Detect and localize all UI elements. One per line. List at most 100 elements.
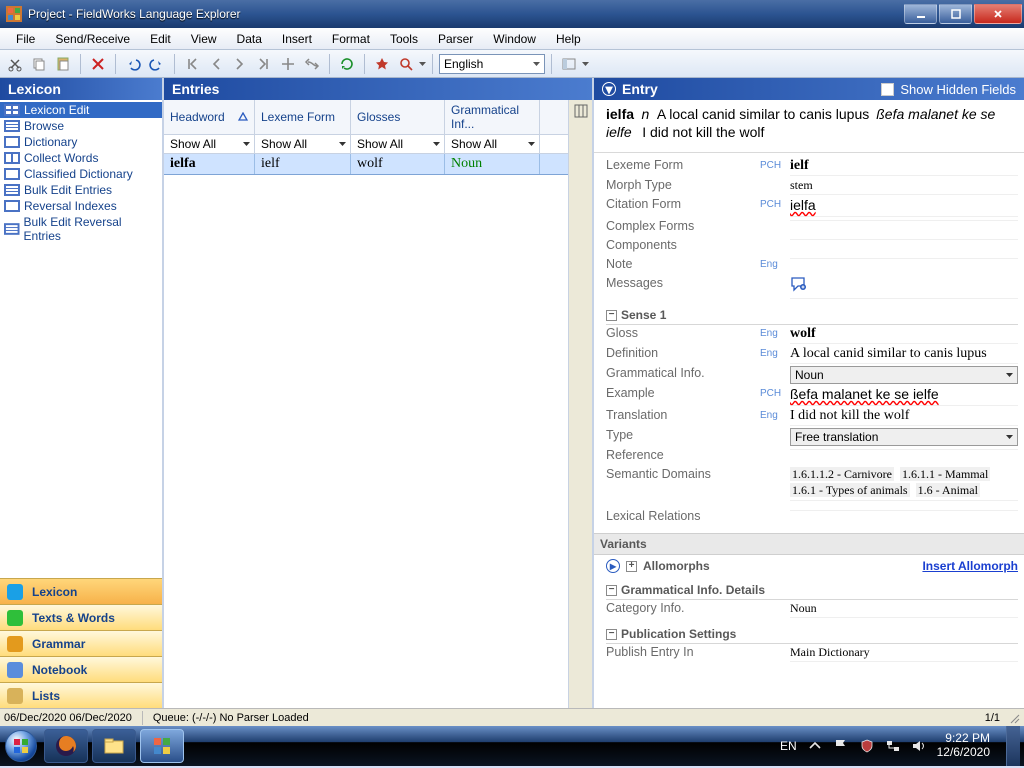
writing-system-selector[interactable]: English: [439, 54, 545, 74]
category-info-field[interactable]: Noun: [790, 601, 1018, 618]
first-button[interactable]: [181, 53, 203, 75]
show-panes-button[interactable]: [558, 53, 580, 75]
menu-help[interactable]: Help: [548, 30, 589, 48]
menu-insert[interactable]: Insert: [274, 30, 320, 48]
citation-form-field[interactable]: ielfa: [790, 197, 1018, 217]
nav-bulk-edit-entries[interactable]: Bulk Edit Entries: [0, 182, 162, 198]
sense-1-header[interactable]: −Sense 1: [606, 306, 1018, 325]
complex-forms-field[interactable]: [790, 219, 1018, 221]
insert-allomorph-link[interactable]: Insert Allomorph: [922, 559, 1018, 573]
tray-lang[interactable]: EN: [780, 739, 797, 753]
window-minimize-button[interactable]: [904, 4, 937, 24]
status-dates: 06/Dec/2020 06/Dec/2020: [4, 712, 132, 724]
translation-field[interactable]: I did not kill the wolf: [790, 408, 1018, 426]
area-notebook[interactable]: Notebook: [0, 656, 162, 682]
menu-send-receive[interactable]: Send/Receive: [47, 30, 138, 48]
nav-browse[interactable]: Browse: [0, 118, 162, 134]
filter-headword[interactable]: Show All: [164, 135, 255, 153]
allomorphs-header[interactable]: ▸+Allomorphs Insert Allomorph: [606, 557, 1018, 575]
menu-format[interactable]: Format: [324, 30, 378, 48]
area-grammar[interactable]: Grammar: [0, 630, 162, 656]
semantic-domains-field[interactable]: 1.6.1.1.2 - Carnivore1.6.1.1 - Mammal1.6…: [790, 467, 1018, 501]
variants-header[interactable]: Variants: [594, 533, 1024, 555]
example-field[interactable]: ßefa malanet ke se ielfe: [790, 386, 1018, 406]
tray-up-icon[interactable]: [807, 738, 823, 754]
paste-button[interactable]: [52, 53, 74, 75]
definition-field[interactable]: A local canid similar to canis lupus: [790, 346, 1018, 364]
grid-row[interactable]: ielfa ielf wolf Noun: [164, 154, 568, 175]
nav-reversal-indexes[interactable]: Reversal Indexes: [0, 198, 162, 214]
gloss-field[interactable]: wolf: [790, 326, 1018, 344]
task-fieldworks[interactable]: [140, 729, 184, 763]
copy-button[interactable]: [28, 53, 50, 75]
entry-summary: ielfa n A local canid similar to canis l…: [594, 100, 1024, 153]
morph-type-field[interactable]: stem: [790, 178, 1018, 195]
messages-field[interactable]: [790, 276, 1018, 299]
area-lists[interactable]: Lists: [0, 682, 162, 708]
refresh-button[interactable]: [336, 53, 358, 75]
nav-classified-dictionary[interactable]: Classified Dictionary: [0, 166, 162, 182]
gram-details-header[interactable]: −Grammatical Info. Details: [606, 581, 1018, 600]
show-hidden-fields-toggle[interactable]: Show Hidden Fields: [881, 82, 1016, 97]
writing-system-value: English: [444, 57, 483, 71]
col-grammatical-info[interactable]: Grammatical Inf...: [445, 100, 540, 134]
delete-button[interactable]: [87, 53, 109, 75]
cut-button[interactable]: [4, 53, 26, 75]
col-glosses[interactable]: Glosses: [351, 100, 445, 134]
redo-button[interactable]: [146, 53, 168, 75]
tray-clock[interactable]: 9:22 PM12/6/2020: [937, 732, 996, 760]
nav-bulk-edit-reversal[interactable]: Bulk Edit Reversal Entries: [0, 214, 162, 244]
lexical-relations-field[interactable]: [790, 509, 1018, 511]
window-maximize-button[interactable]: [939, 4, 972, 24]
menu-parser[interactable]: Parser: [430, 30, 481, 48]
taskbar: EN 9:22 PM12/6/2020: [0, 726, 1024, 766]
filter-grammatical-info[interactable]: Show All: [445, 135, 540, 153]
next-button[interactable]: [229, 53, 251, 75]
window-title: Project - FieldWorks Language Explorer: [28, 7, 904, 21]
components-field[interactable]: [790, 238, 1018, 240]
grammatical-info-combo[interactable]: Noun: [790, 366, 1018, 384]
collapse-header-icon[interactable]: ▾: [602, 82, 616, 96]
menu-edit[interactable]: Edit: [142, 30, 179, 48]
task-explorer[interactable]: [92, 729, 136, 763]
publication-settings-header[interactable]: −Publication Settings: [606, 625, 1018, 644]
translation-type-combo[interactable]: Free translation: [790, 428, 1018, 446]
find-entry-button[interactable]: [395, 53, 417, 75]
tray-volume-icon[interactable]: [911, 738, 927, 754]
col-lexeme-form[interactable]: Lexeme Form: [255, 100, 351, 134]
prev-button[interactable]: [205, 53, 227, 75]
tray-network-icon[interactable]: [885, 738, 901, 754]
show-panes-dropdown[interactable]: [582, 62, 589, 66]
new-entry-button[interactable]: [371, 53, 393, 75]
lexeme-form-field[interactable]: ielf: [790, 158, 1018, 176]
area-texts-words[interactable]: Texts & Words: [0, 604, 162, 630]
tray-shield-icon[interactable]: [859, 738, 875, 754]
link-button[interactable]: [301, 53, 323, 75]
filter-lexeme-form[interactable]: Show All: [255, 135, 351, 153]
task-firefox[interactable]: [44, 729, 88, 763]
note-field[interactable]: [790, 257, 1018, 259]
start-button[interactable]: [0, 726, 42, 766]
menu-view[interactable]: View: [183, 30, 225, 48]
show-desktop-button[interactable]: [1006, 726, 1020, 766]
find-entry-dropdown[interactable]: [419, 62, 426, 66]
publish-in-field[interactable]: Main Dictionary: [790, 645, 1018, 662]
menu-tools[interactable]: Tools: [382, 30, 426, 48]
nav-lexicon-edit[interactable]: Lexicon Edit: [0, 102, 162, 118]
reference-field[interactable]: [790, 448, 1018, 450]
browse-toggle-button[interactable]: [277, 53, 299, 75]
filter-glosses[interactable]: Show All: [351, 135, 445, 153]
column-config-button[interactable]: [572, 102, 590, 120]
nav-dictionary[interactable]: Dictionary: [0, 134, 162, 150]
area-lexicon[interactable]: Lexicon: [0, 578, 162, 604]
undo-button[interactable]: [122, 53, 144, 75]
tray-flag-icon[interactable]: [833, 738, 849, 754]
menu-file[interactable]: File: [8, 30, 43, 48]
menu-window[interactable]: Window: [485, 30, 544, 48]
last-button[interactable]: [253, 53, 275, 75]
nav-collect-words[interactable]: Collect Words: [0, 150, 162, 166]
col-headword[interactable]: Headword: [164, 100, 255, 134]
menu-data[interactable]: Data: [229, 30, 270, 48]
window-close-button[interactable]: [974, 4, 1022, 24]
status-queue: Queue: (-/-/-) No Parser Loaded: [153, 712, 309, 724]
